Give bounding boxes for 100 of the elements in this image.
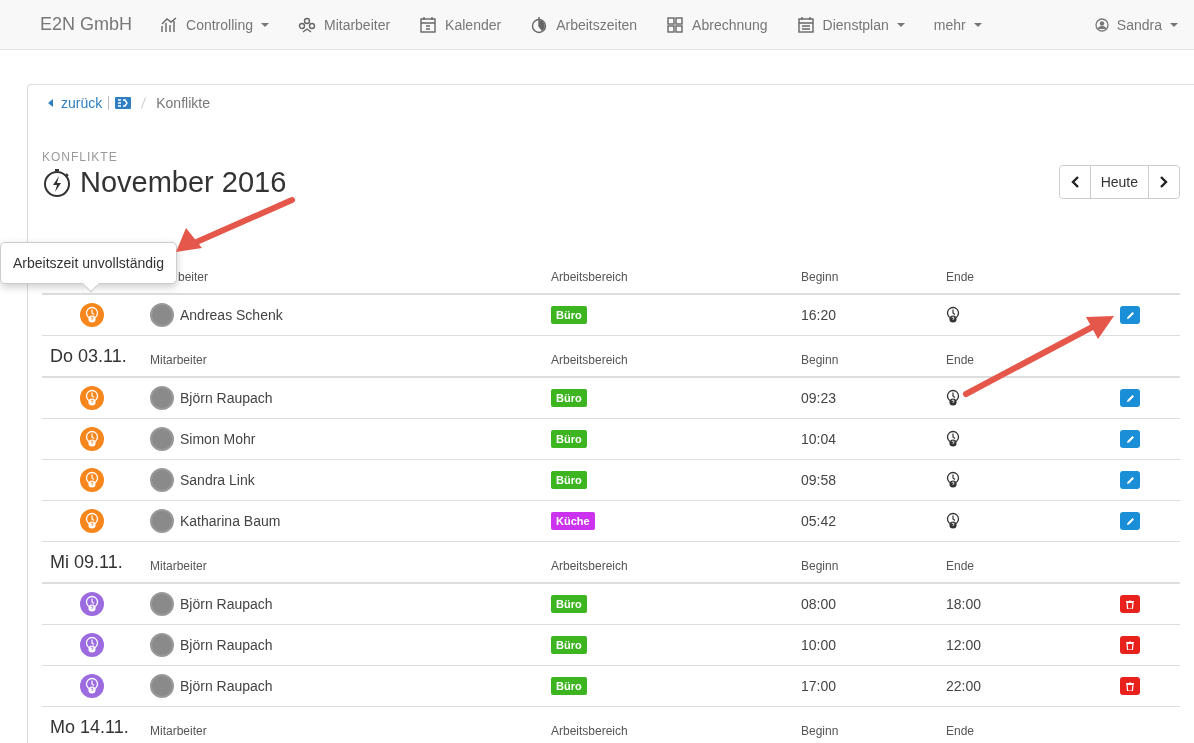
avatar — [150, 674, 174, 698]
column-header: Beginn — [800, 352, 840, 367]
status-icon[interactable] — [80, 427, 104, 451]
clock-icon — [85, 677, 99, 695]
status-icon[interactable] — [80, 509, 104, 533]
avatar — [150, 592, 174, 616]
caret-left-icon — [48, 99, 53, 107]
area-tag: Büro — [551, 595, 587, 613]
nav-item[interactable]: Controlling — [160, 15, 269, 34]
employee-name: Björn Raupach — [180, 390, 273, 406]
caret-icon — [896, 22, 905, 27]
clock-icon — [85, 512, 99, 530]
chart-icon — [160, 15, 179, 34]
employee-name: Björn Raupach — [180, 596, 273, 612]
area-tag: Büro — [551, 430, 587, 448]
caret-icon — [260, 22, 269, 27]
column-header: Beginn — [800, 269, 840, 284]
clock-icon — [85, 306, 99, 324]
day-label: Mo 14.11. — [49, 716, 129, 737]
begin-time: 16:20 — [801, 307, 837, 323]
column-header: Mitarbeiter — [149, 558, 208, 573]
begin-time: 17:00 — [801, 678, 837, 694]
avatar — [150, 633, 174, 657]
column-header: Arbeitsbereich — [550, 352, 629, 367]
edit-button[interactable] — [1120, 389, 1140, 407]
delete-button[interactable] — [1120, 595, 1140, 613]
nav-item[interactable]: Kalender — [419, 15, 502, 34]
edit-button[interactable] — [1120, 430, 1140, 448]
employee-name: Katharina Baum — [180, 513, 281, 529]
day-label: Mi 09.11. — [49, 551, 123, 572]
avatar — [150, 509, 174, 533]
back-link[interactable]: zurück — [48, 95, 103, 111]
pencil-icon — [1125, 393, 1135, 403]
logo-icon — [115, 97, 132, 109]
column-header: Beginn — [800, 558, 840, 573]
edit-button[interactable] — [1120, 512, 1140, 530]
chevron-right-icon — [1159, 176, 1169, 188]
nav-item[interactable]: Dienstplan — [796, 15, 905, 34]
column-header: Mitarbeiter — [149, 723, 208, 738]
edit-button[interactable] — [1120, 306, 1140, 324]
employee-name: Simon Mohr — [180, 431, 256, 447]
begin-time: 10:00 — [801, 637, 837, 653]
edit-button[interactable] — [1120, 471, 1140, 489]
delete-button[interactable] — [1120, 636, 1140, 654]
trash-icon — [1126, 599, 1134, 609]
employee-name: Andreas Schenk — [180, 307, 283, 323]
status-icon[interactable] — [80, 592, 104, 616]
status-icon[interactable] — [80, 386, 104, 410]
column-header: Ende — [945, 723, 976, 738]
breadcrumb-current: Konflikte — [156, 95, 210, 111]
nav-item[interactable]: Arbeitszeiten — [530, 15, 638, 34]
column-header: Ende — [945, 269, 976, 284]
missing-time-icon — [946, 471, 960, 489]
employee-name: Sandra Link — [180, 472, 255, 488]
employee-name: Björn Raupach — [180, 637, 273, 653]
pencil-icon — [1125, 475, 1135, 485]
trash-icon — [1126, 681, 1134, 691]
clock-icon — [85, 389, 99, 407]
chevron-left-icon — [1069, 176, 1080, 188]
begin-time: 10:04 — [801, 431, 837, 447]
begin-time: 08:00 — [801, 596, 837, 612]
brand-name[interactable]: E2N GmbH — [40, 14, 133, 35]
delete-button[interactable] — [1120, 677, 1140, 695]
nav-item[interactable]: mehr — [933, 16, 982, 33]
begin-time: 09:23 — [801, 390, 837, 406]
status-icon[interactable] — [80, 303, 104, 327]
nav-item[interactable]: Abrechnung — [666, 15, 768, 34]
pencil-icon — [1125, 310, 1135, 320]
clock-icon — [85, 430, 99, 448]
status-icon[interactable] — [80, 674, 104, 698]
status-icon[interactable] — [80, 633, 104, 657]
caret-icon — [973, 22, 982, 27]
caret-icon — [1170, 22, 1178, 27]
avatar — [150, 386, 174, 410]
schedule-icon — [796, 15, 815, 34]
missing-time-icon — [946, 512, 960, 530]
area-tag: Büro — [551, 389, 587, 407]
column-header: Arbeitsbereich — [550, 558, 629, 573]
avatar — [150, 303, 174, 327]
tooltip: Arbeitszeit unvollständig — [0, 242, 177, 284]
user-menu[interactable]: Sandra — [1094, 16, 1178, 33]
missing-time-icon — [946, 389, 960, 407]
status-icon[interactable] — [80, 468, 104, 492]
end-time: 12:00 — [946, 637, 982, 653]
column-header: Arbeitsbereich — [550, 723, 629, 738]
page-kicker: KONFLIKTE — [42, 150, 119, 164]
begin-time: 05:42 — [801, 513, 837, 529]
trash-icon — [1126, 640, 1134, 650]
column-header: Beginn — [800, 723, 840, 738]
clock-icon — [85, 636, 99, 654]
nav-item[interactable]: Mitarbeiter — [297, 15, 391, 34]
next-button[interactable] — [1148, 166, 1179, 198]
end-time: 22:00 — [946, 678, 982, 694]
avatar — [150, 468, 174, 492]
user-icon — [1094, 17, 1109, 32]
stopwatch-bolt-icon — [42, 167, 72, 198]
area-tag: Küche — [551, 512, 595, 530]
missing-time-icon — [946, 306, 960, 324]
page-title: November 2016 — [80, 166, 287, 199]
day-label: Do 03.11. — [49, 345, 127, 366]
